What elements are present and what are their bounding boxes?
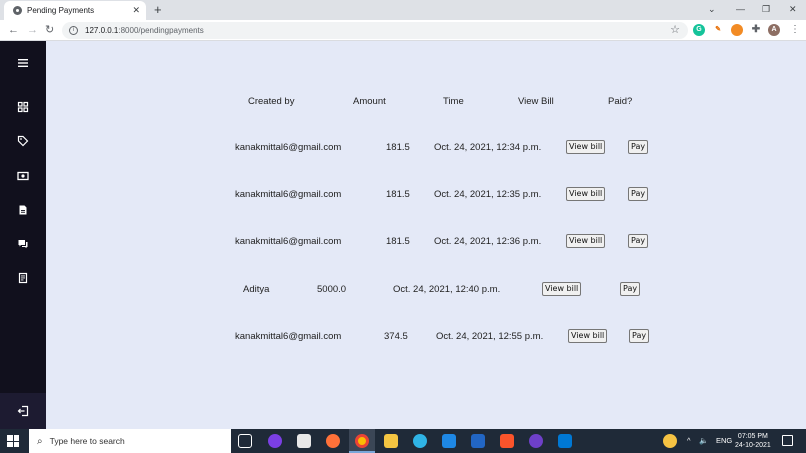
new-tab-button[interactable]: +: [154, 3, 162, 17]
powershell-icon[interactable]: [471, 434, 485, 448]
weather-icon[interactable]: [663, 434, 677, 448]
extensions-puzzle-icon[interactable]: ✚: [750, 24, 762, 36]
store-icon[interactable]: [297, 434, 311, 448]
header-view-bill: View Bill: [518, 96, 554, 107]
view-bill-button[interactable]: View bill: [568, 329, 608, 343]
edge-icon[interactable]: [413, 434, 427, 448]
menu-kebab-icon[interactable]: ⋮: [790, 24, 800, 36]
mail-icon[interactable]: [442, 434, 456, 448]
pay-button[interactable]: Pay: [628, 234, 649, 248]
profile-avatar[interactable]: A: [768, 24, 780, 36]
forward-arrow-icon[interactable]: →: [27, 23, 38, 37]
task-view-icon[interactable]: [238, 434, 252, 448]
clock-time: 07:05 PM: [737, 433, 768, 440]
cell-created-by: kanakmittal6@gmail.com: [235, 189, 342, 200]
header-time: Time: [443, 96, 464, 107]
search-placeholder: Type here to search: [49, 436, 125, 446]
tor-browser-icon[interactable]: [268, 434, 282, 448]
cell-amount: 181.5: [386, 189, 410, 200]
cell-amount: 374.5: [384, 331, 408, 342]
cell-time: Oct. 24, 2021, 12:55 p.m.: [436, 331, 544, 342]
pay-button[interactable]: Pay: [629, 329, 650, 343]
windows-taskbar: ⌕ Type here to search ^ 🔈 ENG 07:05 PM 2…: [0, 429, 806, 453]
file-explorer-icon[interactable]: [384, 434, 398, 448]
windows-start-icon[interactable]: [7, 435, 19, 447]
puzzle-colored-extension-icon[interactable]: [731, 24, 743, 36]
browser-tab[interactable]: Pending Payments ✕: [4, 1, 146, 20]
brave-icon[interactable]: [500, 434, 514, 448]
tab-title: Pending Payments: [27, 6, 95, 15]
header-paid: Paid?: [608, 96, 633, 107]
cell-amount: 181.5: [386, 142, 410, 153]
cell-created-by: kanakmittal6@gmail.com: [235, 236, 342, 247]
view-bill-button[interactable]: View bill: [566, 187, 606, 201]
window-close-icon[interactable]: ✕: [789, 2, 797, 16]
grammarly-extension-icon[interactable]: G: [693, 24, 705, 36]
cell-created-by: kanakmittal6@gmail.com: [235, 142, 342, 153]
pay-button[interactable]: Pay: [628, 187, 649, 201]
pay-button[interactable]: Pay: [620, 282, 641, 296]
pay-button[interactable]: Pay: [628, 140, 649, 154]
minimize-icon[interactable]: —: [736, 2, 745, 16]
bookmark-star-icon[interactable]: ☆: [670, 23, 680, 36]
volume-icon[interactable]: 🔈: [699, 436, 708, 445]
view-bill-button[interactable]: View bill: [542, 282, 582, 296]
pen-extension-icon[interactable]: ✎: [712, 24, 724, 36]
logout-icon[interactable]: [17, 405, 29, 417]
tab-search-chevron-icon[interactable]: ⌄: [708, 2, 716, 16]
language-indicator[interactable]: ENG: [716, 436, 732, 445]
notification-icon[interactable]: [782, 435, 793, 446]
chat-icon[interactable]: [17, 238, 29, 250]
header-amount: Amount: [353, 96, 386, 107]
page-content: Created by Amount Time View Bill Paid? k…: [0, 41, 806, 429]
url-text[interactable]: 127.0.0.1:8000/pendingpayments: [85, 26, 204, 35]
header-created-by: Created by: [248, 96, 295, 107]
receipt-icon[interactable]: [17, 272, 29, 284]
grid-icon[interactable]: [17, 101, 29, 113]
cell-amount: 181.5: [386, 236, 410, 247]
cell-time: Oct. 24, 2021, 12:35 p.m.: [434, 189, 542, 200]
document-icon[interactable]: [17, 204, 29, 216]
cell-time: Oct. 24, 2021, 12:40 p.m.: [393, 284, 501, 295]
tray-chevron-icon[interactable]: ^: [687, 436, 691, 445]
back-arrow-icon[interactable]: ←: [8, 23, 19, 37]
reload-icon[interactable]: ↻: [45, 23, 54, 37]
tag-icon[interactable]: [17, 135, 29, 147]
browser-toolbar: ← → ↻ i 127.0.0.1:8000/pendingpayments ☆…: [0, 20, 806, 41]
github-icon[interactable]: [529, 434, 543, 448]
view-bill-button[interactable]: View bill: [566, 140, 606, 154]
browser-tab-bar: Pending Payments ✕ + ⌄ — ❐ ✕: [0, 0, 806, 20]
system-clock[interactable]: 07:05 PM 24-10-2021: [735, 432, 771, 450]
cell-created-by: Aditya: [243, 284, 270, 295]
clock-date: 24-10-2021: [735, 442, 771, 449]
money-icon[interactable]: [17, 170, 29, 182]
info-icon[interactable]: i: [69, 26, 78, 35]
search-icon: ⌕: [37, 435, 43, 447]
view-bill-button[interactable]: View bill: [566, 234, 606, 248]
tab-close-icon[interactable]: ✕: [132, 6, 140, 15]
sidebar: [0, 41, 46, 429]
chrome-icon[interactable]: [355, 434, 369, 448]
vscode-icon[interactable]: [558, 434, 572, 448]
taskbar-search-box[interactable]: ⌕ Type here to search: [29, 429, 231, 453]
menu-icon[interactable]: [17, 57, 29, 69]
address-bar[interactable]: i 127.0.0.1:8000/pendingpayments ☆: [62, 22, 688, 39]
cell-created-by: kanakmittal6@gmail.com: [235, 331, 342, 342]
sidebar-footer: [0, 393, 46, 429]
cell-time: Oct. 24, 2021, 12:36 p.m.: [434, 236, 542, 247]
cell-amount: 5000.0: [317, 284, 347, 295]
firefox-icon[interactable]: [326, 434, 340, 448]
cell-time: Oct. 24, 2021, 12:34 p.m.: [434, 142, 542, 153]
restore-icon[interactable]: ❐: [762, 2, 770, 16]
globe-icon: [13, 6, 22, 15]
